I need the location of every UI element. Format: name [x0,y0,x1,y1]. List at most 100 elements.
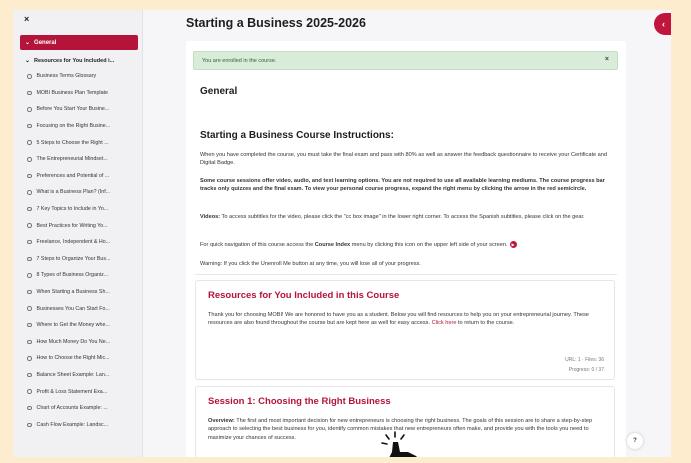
sidebar-item[interactable]: When Starting a Business Sh... [27,284,137,301]
sidebar-item[interactable]: Where to Get the Money whe... [27,317,137,334]
sidebar-item[interactable]: Businesses You Can Start Fo... [27,300,137,317]
circle-icon [27,339,32,345]
circle-icon [27,223,32,228]
help-icon: ? [633,438,637,444]
instructions-paragraph-4: For quick navigation of this course acce… [200,241,610,249]
close-sidebar-button[interactable]: × [24,14,29,24]
sidebar-item[interactable]: How to Choose the Right Mic... [27,350,137,367]
section-general-label: General [34,39,57,46]
circle-icon [27,256,32,262]
course-index-label: Course Index [314,242,351,248]
sidebar-item[interactable]: Balance Sheet Example: Lan... [27,367,137,384]
circle-icon [27,239,32,245]
instructions-paragraph-2: Some course sessions offer video, audio,… [200,178,605,193]
circle-icon [27,289,32,295]
sidebar-item[interactable]: Profit & Loss Statement Exa... [27,383,137,400]
chevron-down-icon: ⌄ [25,39,31,46]
section-resources-label: Resources for You Included i... [34,58,115,64]
circle-icon [27,140,32,145]
circle-icon [27,273,32,278]
sidebar-item[interactable]: Focusing on the Right Busine... [27,118,137,135]
sidebar-item[interactable]: Best Practices for Writing Yo... [27,217,137,234]
sidebar-item-label: Cash Flow Example: Landsc... [36,421,109,428]
sidebar-item-list: Business Terms Glossary MOBI Business Pla… [27,68,137,433]
content-card: You are enrolled in the course. × Genera… [186,41,626,457]
divider [195,274,617,275]
resources-text-1: Thank you for choosing MOBI! We are hono… [208,312,589,327]
sidebar-item[interactable]: 7 Steps to Organize Your Bus... [27,251,137,268]
sidebar-item[interactable]: Business Terms Glossary [27,68,137,85]
circle-icon [27,389,32,394]
resources-text: Thank you for choosing MOBI! We are hono… [208,311,603,328]
sidebar-item-label: The Entrepreneurial Mindset... [36,156,108,163]
sidebar-item-label: Focusing on the Right Busine... [36,123,111,130]
circle-icon [27,356,32,361]
sidebar-item-label: 7 Steps to Organize Your Bus... [36,255,111,262]
sidebar-item-label: 5 Steps to Choose the Right ... [36,139,109,146]
course-index-button[interactable]: ‹ [654,13,671,35]
circle-icon [27,405,32,411]
sidebar-item[interactable]: What is a Business Plan? (Inf... [27,184,137,201]
enrollment-alert: You are enrolled in the course. × [193,51,618,70]
section-general[interactable]: ⌄ General [20,35,138,50]
sidebar-item-label: How to Choose the Right Mic... [36,355,110,362]
chevron-down-icon: ⌄ [25,58,31,64]
sidebar-item[interactable]: Freelance, Independent & Ho... [27,234,137,251]
sidebar-item-label: Chart of Accounts Example: ... [36,405,108,412]
sidebar-item-label: Freelance, Independent & Ho... [36,239,111,246]
sidebar-item[interactable]: Chart of Accounts Example: ... [27,400,137,417]
general-heading: General [200,86,238,97]
videos-label: Videos: [200,214,221,220]
sidebar-item-label: Where to Get the Money whe... [36,322,110,329]
circle-icon [27,206,32,212]
circle-icon [27,123,32,129]
resources-url-files: URL: 1 · Files: 36 [565,357,604,363]
circle-icon [27,90,32,96]
circle-icon [27,190,32,195]
sidebar-item[interactable]: The Entrepreneurial Mindset... [27,151,137,168]
circle-icon [27,173,32,179]
sidebar-item[interactable]: Before You Start Your Busine... [27,101,137,118]
circle-icon [27,372,32,378]
sidebar-item[interactable]: Preferences and Potential of ... [27,168,137,185]
course-index-inline-icon: ▶ [509,241,517,249]
sidebar-item-label: Businesses You Can Start Fo... [36,305,110,312]
resources-progress: Progress: 0 / 37 [568,367,604,373]
sidebar-item[interactable]: Cash Flow Example: Landsc... [27,416,137,433]
instructions-paragraph-1: When you have completed the course, you … [200,152,608,167]
section-resources[interactable]: ⌄ Resources for You Included i... [25,55,137,67]
sidebar-item-label: 8 Types of Business Organiz... [36,272,109,279]
course-index-icon: ‹ [662,19,665,29]
click-here-link[interactable]: Click here [432,320,457,326]
sidebar-item-label: Best Practices for Writing Yo... [36,222,108,229]
instructions-paragraph-5: Warning: If you click the Unenroll Me bu… [200,261,421,267]
alert-text: You are enrolled in the course. [202,57,277,64]
sidebar-item-label: What is a Business Plan? (Inf... [36,189,111,196]
sidebar-item[interactable]: 8 Types of Business Organiz... [27,267,137,284]
sidebar-item-label: Before You Start Your Busine... [36,106,110,113]
nav-text-post: menu by clicking this icon on the upper … [350,242,508,248]
sidebar-item-label: 7 Key Topics to Include in Yo... [36,206,109,213]
session-1-title[interactable]: Session 1: Choosing the Right Business [208,396,391,407]
resources-title[interactable]: Resources for You Included in this Cours… [208,290,399,301]
sidebar-item-label: Profit & Loss Statement Exa... [36,388,108,395]
sidebar-item[interactable]: 5 Steps to Choose the Right ... [27,134,137,151]
circle-icon [27,157,32,162]
browser-frame: × ⌄ General ⌄ Resources for You Included… [13,10,671,457]
overview-label: Overview: [208,418,235,424]
pointer-hand-icon [381,431,417,457]
nav-text-pre: For quick navigation of this course acce… [200,242,315,248]
sidebar-item-label: When Starting a Business Sh... [36,289,110,296]
close-icon[interactable]: × [605,56,609,63]
sidebar-item[interactable]: 7 Key Topics to Include in Yo... [27,201,137,218]
main-content: Starting a Business 2025-2026 ‹ You are … [144,10,671,457]
circle-icon [27,306,32,311]
circle-icon [27,74,32,79]
sidebar-item[interactable]: How Much Money Do You Ne... [27,334,137,351]
sidebar-item[interactable]: MOBI Business Plan Template [27,85,137,102]
instructions-heading: Starting a Business Course Instructions: [200,130,394,141]
sidebar-item-label: MOBI Business Plan Template [36,89,108,96]
sidebar-item-label: Preferences and Potential of ... [36,172,110,179]
help-button[interactable]: ? [627,433,643,449]
instructions-paragraph-3: Videos: To access subtitles for the vide… [200,213,610,221]
